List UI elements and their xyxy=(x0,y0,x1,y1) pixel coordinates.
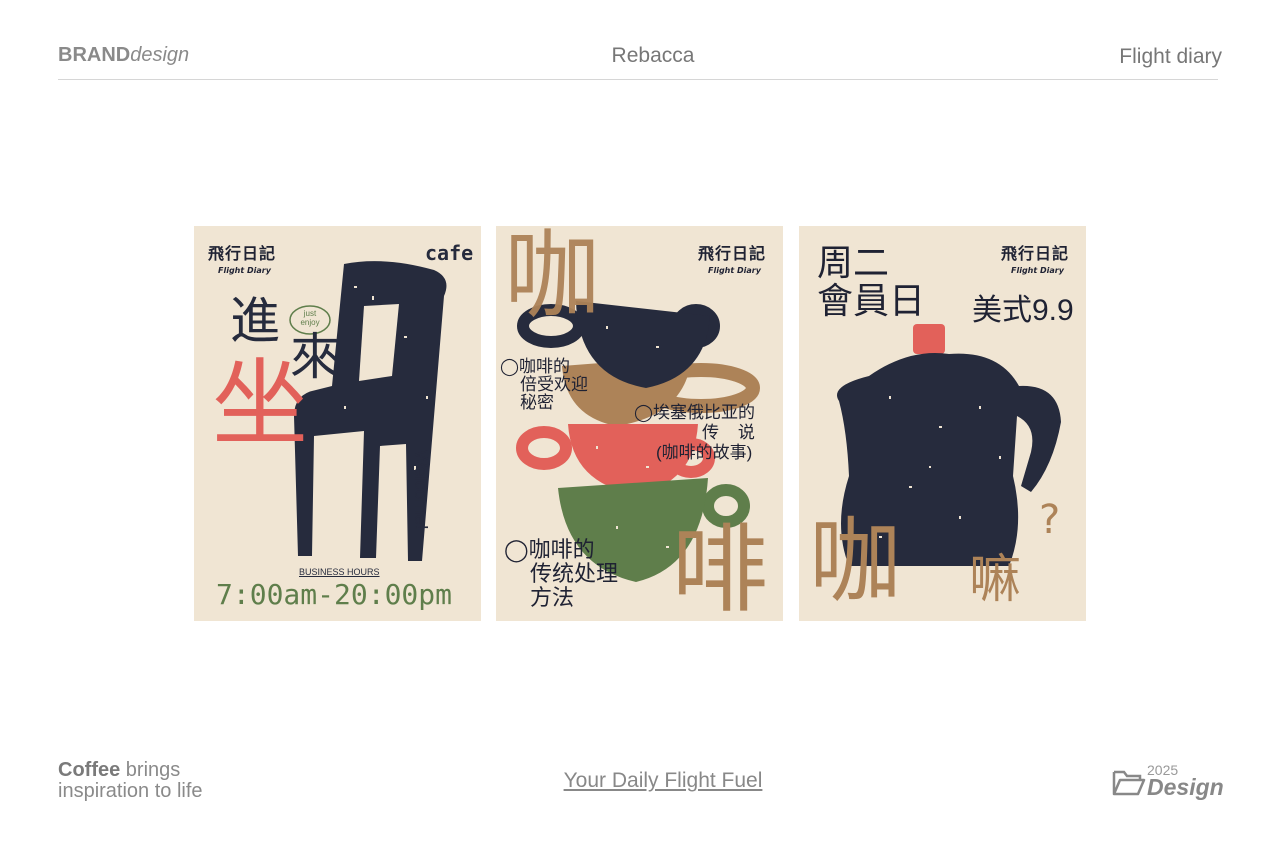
char-zuo: 坐 xyxy=(212,348,308,460)
logo-cn: 飛行日記 xyxy=(208,244,277,263)
logo-en: Flight Diary xyxy=(1011,266,1064,275)
hand-char-2: 嘛 xyxy=(969,550,1022,610)
poster-moka-pot: 周二 會員日 飛行日記 Flight Diary 美式9.9 咖 嘛 ? xyxy=(799,226,1086,621)
price-label: 美式9.9 xyxy=(972,294,1074,327)
footer-design: Design xyxy=(1147,774,1224,800)
logo-cn: 飛行日記 xyxy=(698,244,767,263)
footer-design-mark: 2025 Design xyxy=(1112,762,1224,802)
footer-tagline-rest: brings xyxy=(120,759,181,781)
item-3-line-1: ◯咖啡的 xyxy=(504,537,595,562)
hours-label: BUSINESS HOURS xyxy=(299,567,380,577)
cafe-label: cafe xyxy=(425,241,474,265)
item-3-line-2: 传统处理 xyxy=(530,561,619,586)
footer-tagline-bold: Coffee xyxy=(58,759,121,781)
brand-logo: BRANDdesign xyxy=(58,44,189,67)
footer-tagline-line2: inspiration to life xyxy=(58,780,203,802)
logo-en: Flight Diary xyxy=(708,266,761,275)
header-divider xyxy=(58,79,1218,80)
logo-cn: 飛行日記 xyxy=(1001,244,1070,263)
question-mark: ? xyxy=(1039,497,1061,543)
char-jin: 進 xyxy=(230,292,280,350)
bubble-text: just enjoy xyxy=(300,309,320,327)
logo-en: Flight Diary xyxy=(218,266,271,275)
welcome-text: Welcome! xyxy=(411,450,431,530)
item-2-line-3: (咖啡的故事) xyxy=(656,443,753,462)
poster-chair: 飛行日記 Flight Diary cafe 進 來 坐 just enjoy … xyxy=(194,226,481,621)
promo-line-1: 周二 xyxy=(817,243,890,284)
item-1-line-3: 秘密 xyxy=(520,393,554,412)
item-2-line-2: 传 说 xyxy=(702,423,755,442)
item-1-line-2: 倍受欢迎 xyxy=(520,375,588,394)
promo-line-2: 會員日 xyxy=(817,281,926,322)
header-title: Rebacca xyxy=(611,44,695,67)
item-1-line-1: ◯咖啡的 xyxy=(500,357,571,376)
brand-italic: design xyxy=(130,44,190,66)
header-right-label: Flight diary xyxy=(1119,45,1222,68)
footer-tagline: Coffee brings inspiration to life xyxy=(58,760,203,802)
folder-icon xyxy=(1112,770,1146,796)
big-char-2: 啡 xyxy=(672,514,768,621)
brand-bold: BRAND xyxy=(58,44,131,66)
item-2-line-1: ◯埃塞俄比亚的 xyxy=(634,403,756,422)
footer-link[interactable]: Your Daily Flight Fuel xyxy=(540,769,786,793)
poster-cups: 咖 啡 飛行日記 Flight Diary ◯咖啡的 倍受欢迎 秘密 ◯埃塞俄比… xyxy=(496,226,783,621)
big-char-1: 咖 xyxy=(504,226,600,332)
hand-char-1: 咖 xyxy=(809,508,902,615)
hours-value: 7:00am-20:00pm xyxy=(216,578,453,611)
item-3-line-3: 方法 xyxy=(530,585,575,610)
